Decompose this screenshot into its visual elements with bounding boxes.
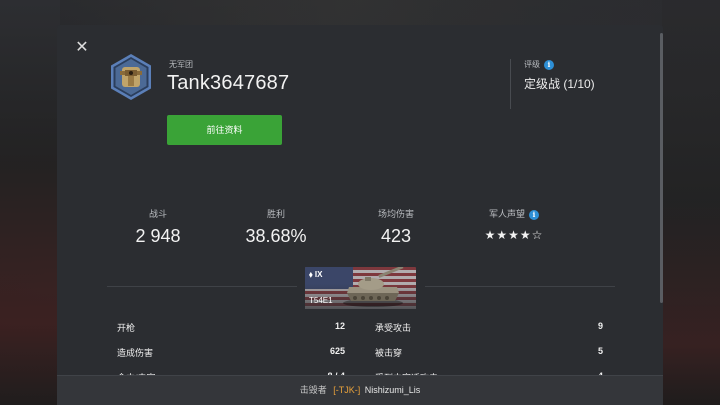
divider-right [425,286,615,287]
detail-value: 625 [329,346,345,356]
tank-class-icon: ⬧ [309,270,313,279]
killer-label: 击毁者 [299,385,327,395]
scrollbar[interactable] [660,33,663,303]
tank-card: ⬧ IX T54E1 [305,267,416,309]
battle-player-panel: ✕ 无军团 Tank3647687 前往资料 评级 i 定级战 (1/10) 战斗… [57,25,663,405]
tank-tier-text: IX [314,270,323,279]
divider-left [107,286,297,287]
background-left-strip [0,0,60,405]
stat-label: 战斗 [148,209,167,219]
detail-label: 开枪 [117,323,136,333]
stat-value: 2 948 [135,226,181,246]
detail-label: 造成伤害 [117,348,154,358]
detail-label: 被击穿 [375,348,403,358]
rating-divider [510,59,511,109]
detail-value: 5 [597,346,603,356]
tank-image [343,267,404,307]
rating-label: 评级 i [524,59,554,70]
info-icon[interactable]: i [544,59,554,70]
killer-clan-tag[interactable]: [-TJK-] [333,385,360,395]
background-right-strip [662,0,720,405]
detail-value: 12 [334,321,345,331]
player-emblem-icon [111,54,151,100]
reputation-stars: ★★★★☆ [484,228,544,242]
close-icon[interactable]: ✕ [75,40,89,56]
stat-label-text: 军人声望 [488,209,525,219]
killer-footer: 击毁者 [-TJK-] Nishizumi_Lis [57,375,663,405]
killer-name[interactable]: Nishizumi_Lis [365,385,421,395]
stat-victories: 胜利 38.68% [221,207,331,247]
player-name: Tank3647687 [167,72,290,94]
go-to-profile-button[interactable]: 前往资料 [167,115,282,145]
stat-label: 军人声望 i [459,207,569,220]
rating-label-text: 评级 [524,60,540,69]
detail-label: 承受攻击 [375,323,412,333]
detail-value: 9 [597,321,603,331]
stat-value: 38.68% [245,226,307,246]
stat-avg-damage: 场均伤害 423 [341,207,451,247]
info-icon[interactable]: i [529,209,539,220]
tank-tier: ⬧ IX [309,270,322,280]
stat-reputation: 军人声望 i ★★★★☆ [459,207,569,242]
stat-battles: 战斗 2 948 [103,207,213,247]
tank-name: T54E1 [309,296,333,305]
stat-label: 胜利 [266,209,285,219]
stat-label: 场均伤害 [377,209,414,219]
rating-value: 定级战 (1/10) [524,77,595,91]
player-clan: 无军团 [169,60,193,69]
stat-value: 423 [380,226,412,246]
